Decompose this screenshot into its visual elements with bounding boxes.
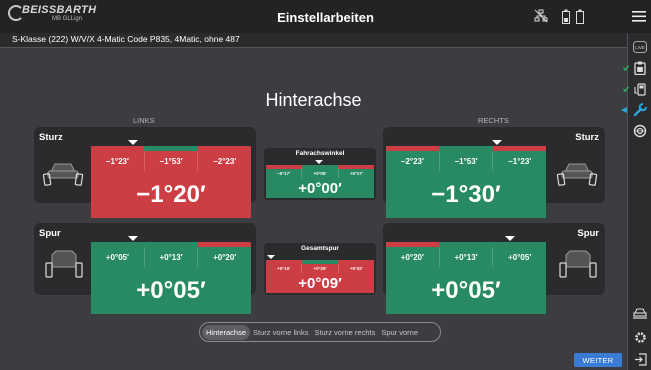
- spur-left-range-row: +0°05′ +0°13′ +0°20′: [91, 247, 251, 267]
- spur-right-label: Spur: [577, 228, 599, 239]
- range-nominal: +0°00′: [302, 169, 339, 178]
- sturz-right-value-box: −2°23′ −1°53′ −1°23′ −1°30′: [386, 140, 546, 218]
- car-front-icon: [556, 163, 598, 186]
- spur-right-panel: Spur +0°20′ +0°13′ +0°05′ +0°05′: [383, 223, 605, 314]
- fuel-icon[interactable]: [632, 81, 648, 97]
- range-min: −0°17′: [266, 169, 303, 178]
- sturz-left-panel: Sturz −1°23′ −1°53′ −2°23′ −1°20′: [34, 127, 256, 218]
- tab-spur-vorne[interactable]: Spur vorne: [378, 325, 421, 340]
- fahrachswinkel-label: Fahrachswinkel: [295, 150, 345, 157]
- range-max: −1°23′: [508, 156, 532, 166]
- spur-left-value-box: +0°05′ +0°13′ +0°20′ +0°05′: [91, 236, 251, 314]
- spur-right-value-box: +0°20′ +0°13′ +0°05′ +0°05′: [386, 236, 546, 314]
- wrench-icon[interactable]: [632, 102, 648, 118]
- range-nominal: +0°13′: [440, 247, 494, 267]
- range-min: +0°20′: [386, 247, 440, 267]
- vehicle-info-bar: S-Klasse (222) W/V/X 4-Matic Code P835, …: [0, 33, 627, 48]
- target-marker: [505, 236, 515, 241]
- gesamtspur-value: +0°09′: [266, 273, 374, 293]
- range-min: −1°23′: [91, 151, 145, 171]
- right-side-label: RECHTS: [478, 116, 509, 125]
- car-lift-icon[interactable]: [632, 305, 648, 321]
- gesamtspur-box: Gesamtspur +0°10′ +0°25′ +0°32′ +0°09′: [264, 243, 376, 295]
- fahrachswinkel-box: Fahrachswinkel −0°17′ +0°00′ +0°17′ +0°0…: [264, 148, 376, 200]
- range-max: +0°20′: [213, 252, 237, 262]
- target-marker: [315, 160, 323, 164]
- live-label: LIVE: [635, 45, 645, 50]
- app-title: Einstellarbeiten: [277, 10, 374, 25]
- range-max: +0°05′: [508, 252, 532, 262]
- battery-icon: [562, 9, 570, 24]
- range-min: +0°05′: [91, 247, 145, 267]
- range-max: +0°17′: [349, 171, 363, 176]
- logout-icon[interactable]: [632, 351, 648, 367]
- sturz-left-value-box: −1°23′ −1°53′ −2°23′ −1°20′: [91, 140, 251, 218]
- range-max: −2°23′: [213, 156, 237, 166]
- tab-sturz-vorne-rechts[interactable]: Sturz vorne rechts: [311, 325, 378, 340]
- range-nominal: −1°53′: [440, 151, 494, 171]
- car-front-icon: [42, 163, 84, 186]
- car-rear-icon: [559, 250, 597, 278]
- sturz-left-range-row: −1°23′ −1°53′ −2°23′: [91, 151, 251, 171]
- spur-left-value: +0°05′: [91, 267, 251, 314]
- network-disconnected-icon: [534, 9, 548, 23]
- spur-right-value: +0°05′: [386, 267, 546, 314]
- range-nominal: +0°13′: [145, 247, 199, 267]
- spur-left-label: Spur: [39, 228, 61, 239]
- settings-icon[interactable]: [632, 329, 648, 345]
- gesamtspur-range-row: +0°10′ +0°25′ +0°32′: [266, 264, 374, 273]
- target-marker: [492, 140, 502, 145]
- live-icon[interactable]: LIVE: [632, 39, 648, 55]
- check-icon: [623, 65, 629, 71]
- fahrachswinkel-value: +0°00′: [266, 178, 374, 198]
- battery-icon: [576, 9, 584, 24]
- menu-icon[interactable]: [632, 11, 646, 22]
- range-min: −2°23′: [386, 151, 440, 171]
- car-rear-icon: [45, 250, 83, 278]
- tire-icon[interactable]: [632, 123, 648, 139]
- range-nominal: +0°25′: [302, 264, 339, 273]
- sturz-left-value: −1°20′: [91, 171, 251, 218]
- tab-hinterachse[interactable]: Hinterachse: [202, 324, 251, 340]
- sturz-right-label: Sturz: [575, 132, 599, 143]
- fahrachswinkel-range-row: −0°17′ +0°00′ +0°17′: [266, 169, 374, 178]
- right-sidebar: LIVE: [621, 33, 651, 370]
- range-nominal: −1°53′: [145, 151, 199, 171]
- target-marker: [128, 236, 138, 241]
- sturz-right-value: −1°30′: [386, 171, 546, 218]
- gesamtspur-label: Gesamtspur: [301, 245, 339, 252]
- vehicle-description: S-Klasse (222) W/V/X 4-Matic Code P835, …: [12, 34, 240, 44]
- top-bar: BEISSBARTH MB GLLign Einstellarbeiten: [0, 0, 651, 33]
- clipboard-icon[interactable]: [632, 60, 648, 76]
- sturz-left-label: Sturz: [39, 132, 63, 143]
- spur-right-range-row: +0°20′ +0°13′ +0°05′: [386, 247, 546, 267]
- page-title: Hinterachse: [265, 90, 362, 110]
- target-marker: [128, 140, 138, 145]
- left-side-label: LINKS: [133, 116, 155, 125]
- next-button[interactable]: WEITER: [574, 353, 622, 367]
- step-tab-bar: Hinterachse Sturz vorne links Sturz vorn…: [199, 322, 441, 342]
- range-min: +0°10′: [266, 264, 303, 273]
- spur-left-panel: Spur +0°05′ +0°13′ +0°20′ +0°05′: [34, 223, 256, 314]
- range-max: +0°32′: [349, 266, 363, 271]
- sturz-right-panel: Sturz −2°23′ −1°53′ −1°23′ −1°30′: [383, 127, 605, 218]
- target-marker: [267, 255, 275, 259]
- tab-sturz-vorne-links[interactable]: Sturz vorne links: [250, 325, 311, 340]
- sturz-right-range-row: −2°23′ −1°53′ −1°23′: [386, 151, 546, 171]
